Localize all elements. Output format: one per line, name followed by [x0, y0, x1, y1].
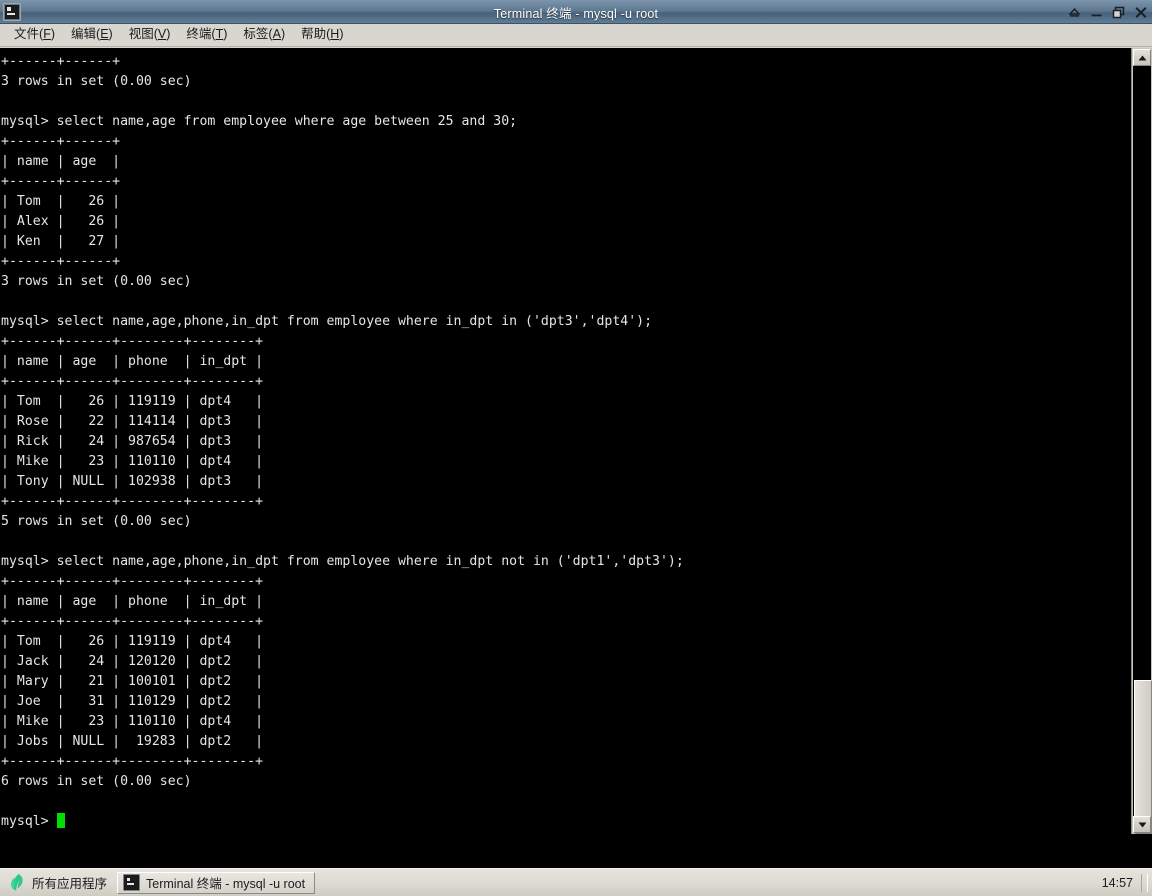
terminal-icon [1, 1, 23, 23]
shade-window-button[interactable] [1067, 3, 1082, 21]
taskbar-window-label: Terminal 终端 - mysql -u root [146, 877, 306, 891]
close-window-button[interactable] [1133, 3, 1148, 21]
scrollbar-thumb[interactable] [1134, 680, 1152, 834]
menu-view[interactable]: 视图(V) [121, 26, 179, 44]
terminal-prompt: mysql> [1, 814, 57, 829]
terminal-area: +------+------+ 3 rows in set (0.00 sec)… [0, 48, 1152, 834]
scrollbar-track[interactable] [1133, 66, 1152, 834]
tray-grip-handle[interactable] [1141, 873, 1148, 892]
terminal-text: +------+------+ 3 rows in set (0.00 sec)… [1, 54, 684, 829]
scroll-up-arrow[interactable] [1133, 49, 1151, 66]
taskbar-window-button[interactable]: Terminal 终端 - mysql -u root [117, 871, 316, 894]
terminal-window: Terminal 终端 - mysql -u root 文件(F) 编辑(E) … [0, 0, 1152, 834]
all-applications-label: 所有应用程序 [32, 877, 108, 891]
menu-terminal[interactable]: 终端(T) [178, 26, 235, 44]
desktop-screen: Terminal 终端 - mysql -u root 文件(F) 编辑(E) … [0, 0, 1152, 896]
terminal-cursor [56, 813, 65, 828]
minimize-window-button[interactable] [1089, 3, 1104, 21]
terminal-output[interactable]: +------+------+ 3 rows in set (0.00 sec)… [0, 48, 1131, 834]
menu-tabs[interactable]: 标签(A) [235, 26, 293, 44]
menu-file[interactable]: 文件(F) [6, 26, 63, 44]
maximize-window-button[interactable] [1111, 3, 1126, 21]
terminal-scrollbar[interactable] [1131, 48, 1152, 834]
clock[interactable]: 14:57 [1096, 876, 1139, 890]
menu-help[interactable]: 帮助(H) [293, 26, 351, 44]
leaf-logo-icon [8, 873, 25, 892]
window-titlebar[interactable]: Terminal 终端 - mysql -u root [0, 0, 1152, 24]
menubar: 文件(F) 编辑(E) 视图(V) 终端(T) 标签(A) 帮助(H) [0, 24, 1152, 47]
scroll-down-arrow[interactable] [1133, 816, 1151, 833]
taskbar: 所有应用程序 Terminal 终端 - mysql -u root 14:57 [0, 868, 1152, 896]
all-applications-button[interactable]: 所有应用程序 [0, 870, 117, 896]
window-title: Terminal 终端 - mysql -u root [493, 6, 659, 21]
menu-edit[interactable]: 编辑(E) [63, 26, 121, 44]
system-tray: 14:57 [1096, 869, 1152, 896]
window-controls [1067, 0, 1148, 24]
terminal-icon [123, 874, 141, 891]
